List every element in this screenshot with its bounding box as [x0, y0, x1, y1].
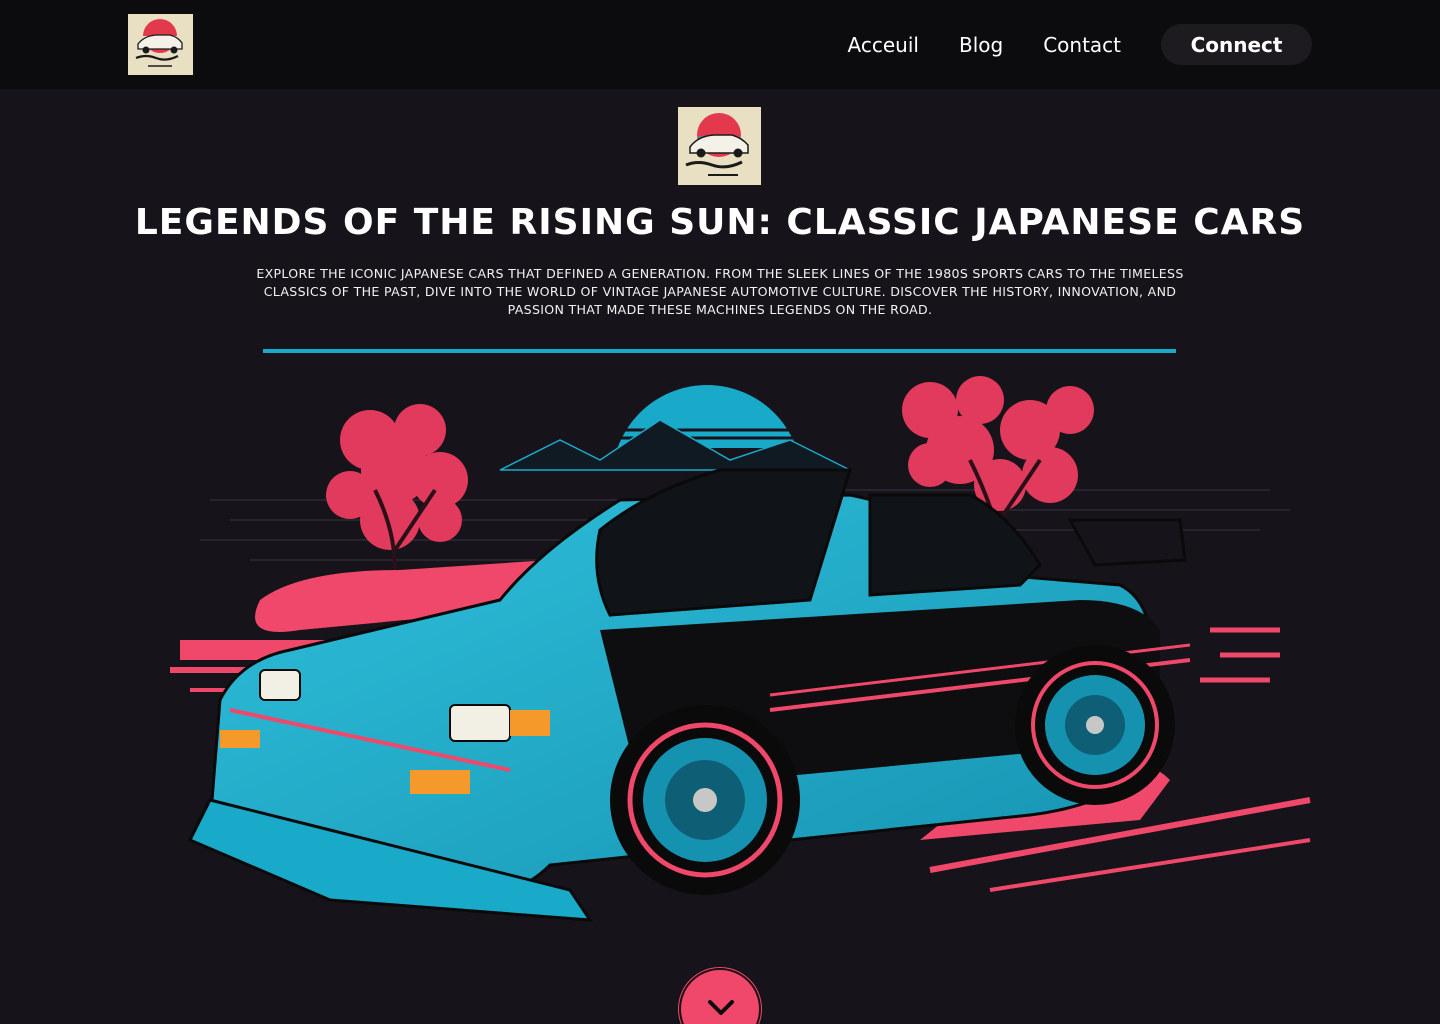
nav-link-acceuil[interactable]: Acceuil — [848, 33, 919, 57]
connect-button[interactable]: Connect — [1161, 24, 1312, 65]
retro-car-illustration — [170, 376, 1311, 922]
top-navbar: Acceuil Blog Contact Connect — [0, 0, 1440, 89]
car-club-badge-icon — [678, 107, 761, 185]
car-club-badge-icon[interactable] — [128, 14, 193, 75]
nav-links: Acceuil Blog Contact Connect — [848, 24, 1312, 65]
nav-link-blog[interactable]: Blog — [959, 33, 1003, 57]
nav-link-contact[interactable]: Contact — [1043, 33, 1121, 57]
chevron-down-icon — [708, 1000, 734, 1015]
hero-title: LEGENDS OF THE RISING SUN: CLASSIC JAPAN… — [134, 202, 1306, 243]
hero-description: EXPLORE THE ICONIC JAPANESE CARS THAT DE… — [256, 266, 1184, 317]
scroll-down-button[interactable] — [679, 968, 761, 1024]
hero-divider — [263, 349, 1176, 353]
